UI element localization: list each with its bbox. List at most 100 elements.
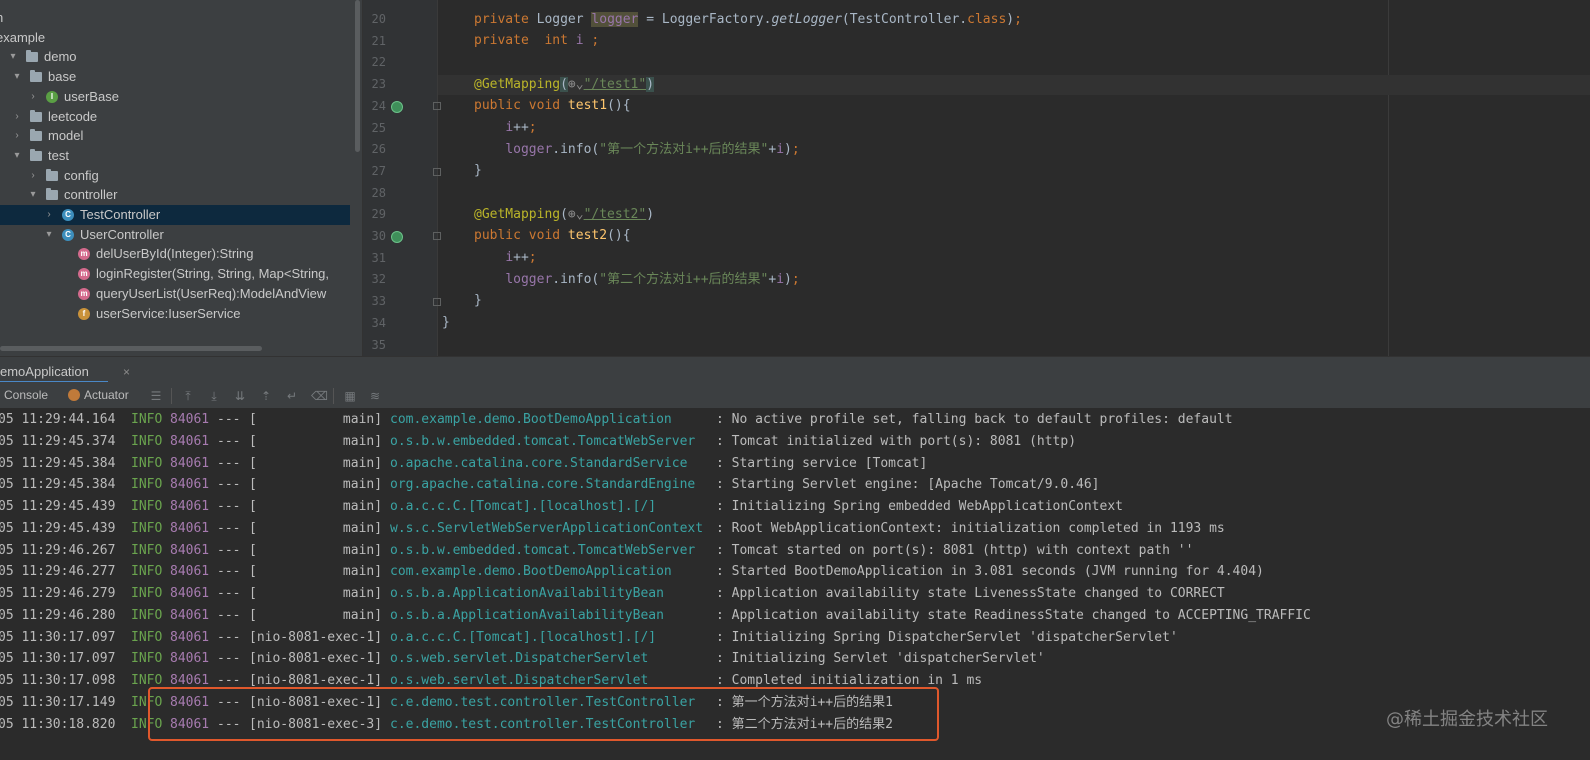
- chevron-right-icon[interactable]: ›: [44, 205, 54, 225]
- clear-icon[interactable]: ⌫: [311, 389, 328, 403]
- log-level: INFO: [131, 412, 163, 427]
- tree-item[interactable]: ▾ demo: [0, 47, 362, 67]
- log-separator: ---: [217, 455, 241, 471]
- code-line: @GetMapping(⊕⌄"/test1"): [474, 77, 655, 92]
- tree-item[interactable]: m delUserById(Integer):String: [0, 244, 362, 264]
- chevron-down-icon[interactable]: ▾: [12, 67, 22, 87]
- log-message: : Root WebApplicationContext: initializa…: [716, 520, 1225, 536]
- folder-icon: [30, 129, 42, 142]
- line-number: 22: [371, 55, 386, 70]
- log-row: 05 11:29:46.280 INFO 84061 --- [ main] o.s.b.…: [0, 606, 1590, 626]
- tree-item[interactable]: m loginRegister(String, String, Map<Strin…: [0, 264, 362, 284]
- log-timestamp: 05 11:29:46.267: [0, 542, 116, 558]
- log-level: INFO: [131, 455, 163, 471]
- log-thread: [ main]: [249, 542, 383, 558]
- tree-item[interactable]: m queryUserList(UserReq):ModelAndView: [0, 284, 362, 304]
- chevron-down-icon[interactable]: ▾: [44, 225, 54, 245]
- soft-wrap-icon[interactable]: ↵: [285, 389, 299, 403]
- scroll-to-end-icon[interactable]: ⇊: [233, 389, 247, 403]
- tree-item[interactable]: ▾ controller: [0, 185, 362, 205]
- chevron-down-icon[interactable]: ▾: [28, 185, 38, 205]
- code-editor[interactable]: private Logger logger = LoggerFactory.ge…: [363, 0, 1590, 356]
- log-logger[interactable]: w.s.c.ServletWebServerApplicationContext: [390, 519, 703, 539]
- log-timestamp: 05 11:30:17.097: [0, 651, 116, 667]
- log-separator: ---: [217, 542, 241, 558]
- chevron-right-icon[interactable]: ›: [12, 107, 22, 127]
- log-timestamp: 05 11:29:46.279: [0, 586, 116, 601]
- tab-actuator-label: Actuator: [84, 388, 129, 402]
- log-timestamp: 05 11:29:46.277: [0, 564, 116, 580]
- tree-item[interactable]: › config: [0, 166, 362, 186]
- run-endpoint-icon[interactable]: [391, 231, 403, 243]
- tab-actuator[interactable]: Actuator: [68, 382, 129, 409]
- filter-icon[interactable]: ≋: [368, 389, 382, 403]
- menu-icon[interactable]: ☰: [149, 389, 163, 403]
- log-timestamp: 05 11:30:18.820: [0, 716, 116, 732]
- code-line: logger.info("第一个方法对i++后的结果"+i);: [505, 142, 800, 157]
- log-row: 05 11:29:45.374 INFO 84061 --- [ main] o.s.b.…: [0, 432, 1590, 452]
- log-logger[interactable]: org.apache.catalina.core.StandardEngine: [390, 475, 695, 495]
- fold-icon[interactable]: [433, 168, 441, 176]
- log-logger[interactable]: o.apache.catalina.core.StandardService: [390, 454, 687, 474]
- run-config-tab[interactable]: emoApplication: [0, 361, 95, 383]
- log-logger[interactable]: o.s.b.a.ApplicationAvailabilityBean: [390, 606, 664, 626]
- tree-item[interactable]: f userService:IuserService: [0, 304, 362, 324]
- log-logger[interactable]: o.a.c.c.C.[Tomcat].[localhost].[/]: [390, 628, 656, 648]
- log-logger[interactable]: o.s.b.w.embedded.tomcat.TomcatWebServer: [390, 541, 695, 561]
- log-timestamp: 05 11:29:45.439: [0, 520, 116, 536]
- log-thread: [ main]: [249, 607, 383, 623]
- log-level: INFO: [131, 651, 163, 667]
- chevron-right-icon[interactable]: ›: [28, 87, 38, 107]
- chevron-right-icon[interactable]: ›: [28, 166, 38, 186]
- tree-item[interactable]: example: [0, 28, 362, 48]
- line-number: 21: [371, 33, 386, 48]
- tree-item[interactable]: n: [0, 8, 362, 28]
- tree-scrollbar-horizontal[interactable]: [0, 346, 262, 351]
- tree-item[interactable]: › C TestController: [0, 205, 350, 225]
- log-pid: 84061: [170, 586, 210, 601]
- tree-item[interactable]: ▾ base: [0, 67, 362, 87]
- tree-item-label: UserController: [80, 226, 164, 242]
- toolbar-separator: [171, 388, 172, 404]
- tab-console[interactable]: Console: [4, 382, 48, 409]
- line-number: 23: [371, 77, 386, 92]
- tree-item[interactable]: ▾ test: [0, 146, 362, 166]
- line-number: 26: [371, 142, 386, 157]
- chevron-down-icon[interactable]: ▾: [12, 146, 22, 166]
- log-logger[interactable]: com.example.demo.BootDemoApplication: [390, 410, 672, 430]
- scroll-up-icon[interactable]: ⤒: [181, 389, 195, 403]
- log-logger[interactable]: o.s.b.a.ApplicationAvailabilityBean: [390, 584, 664, 604]
- tree-scrollbar-vertical[interactable]: [355, 0, 360, 152]
- log-row: 05 11:30:17.097 INFO 84061 --- [nio-8081-exe…: [0, 649, 1590, 669]
- chevron-down-icon[interactable]: ▾: [8, 47, 18, 67]
- log-logger[interactable]: o.s.b.w.embedded.tomcat.TomcatWebServer: [390, 432, 695, 452]
- log-logger[interactable]: o.s.web.servlet.DispatcherServlet: [390, 649, 648, 669]
- tree-item-label: TestController: [80, 207, 161, 222]
- tree-item[interactable]: › IuserBase: [0, 87, 362, 107]
- log-separator: ---: [217, 520, 241, 536]
- chevron-right-icon[interactable]: ›: [12, 126, 22, 146]
- field-icon: f: [78, 307, 90, 320]
- table-icon[interactable]: ▦: [343, 389, 357, 403]
- close-tab-icon[interactable]: ×: [123, 361, 130, 383]
- log-pid: 84061: [170, 629, 210, 645]
- scroll-down-icon[interactable]: ⤓: [207, 389, 221, 403]
- tree-item[interactable]: › model: [0, 126, 362, 146]
- log-logger[interactable]: com.example.demo.BootDemoApplication: [390, 562, 672, 582]
- log-logger[interactable]: o.a.c.c.C.[Tomcat].[localhost].[/]: [390, 497, 656, 517]
- fold-icon[interactable]: [433, 298, 441, 306]
- log-pid: 84061: [170, 564, 210, 580]
- run-endpoint-icon[interactable]: [391, 101, 403, 113]
- tree-item[interactable]: ▾ C UserController: [0, 225, 362, 245]
- log-thread: [ main]: [249, 433, 383, 449]
- line-number: 25: [371, 120, 386, 135]
- fold-icon[interactable]: [433, 232, 441, 240]
- tree-item-label: leetcode: [48, 108, 98, 124]
- upload-icon[interactable]: ⇡: [259, 389, 273, 403]
- tree-item-label: controller: [64, 187, 118, 203]
- log-separator: ---: [217, 564, 241, 580]
- fold-icon[interactable]: [433, 102, 441, 110]
- tree-item[interactable]: › leetcode: [0, 107, 362, 127]
- watermark: @稀土掘金技术社区: [1386, 709, 1548, 730]
- interface-icon: I: [46, 90, 58, 103]
